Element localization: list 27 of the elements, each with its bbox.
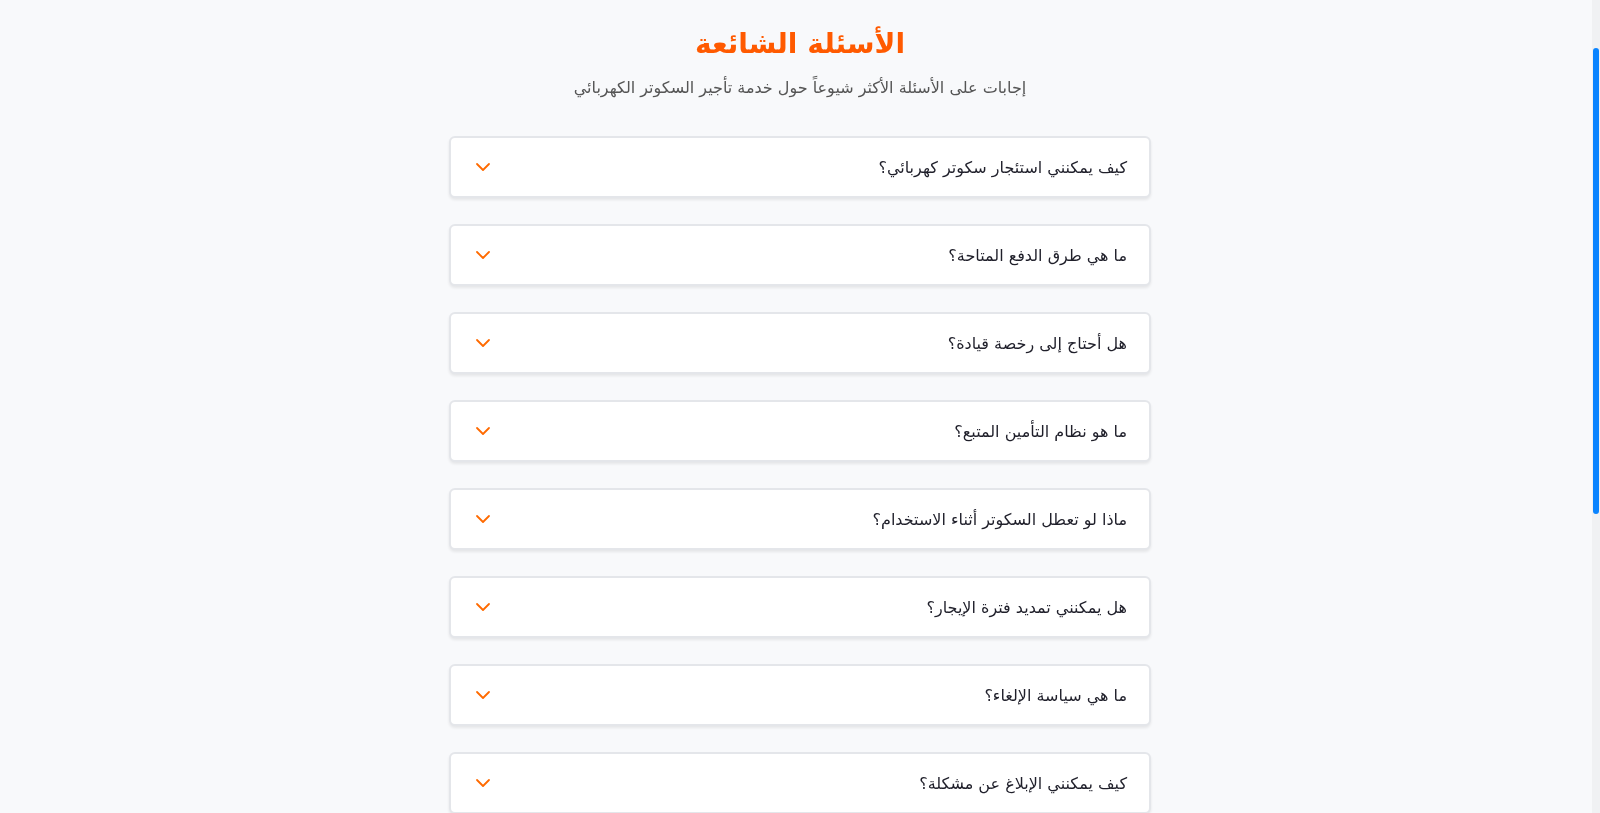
scrollbar-thumb[interactable] xyxy=(1593,48,1599,514)
faq-item[interactable]: هل أحتاج إلى رخصة قيادة؟ xyxy=(449,312,1151,374)
chevron-down-icon xyxy=(475,690,491,700)
chevron-down-icon xyxy=(475,162,491,172)
chevron-down-icon xyxy=(475,514,491,524)
faq-item[interactable]: كيف يمكنني استئجار سكوتر كهربائي؟ xyxy=(449,136,1151,198)
chevron-down-icon xyxy=(475,250,491,260)
faq-question: كيف يمكنني استئجار سكوتر كهربائي؟ xyxy=(878,157,1127,177)
chevron-down-icon xyxy=(475,602,491,612)
faq-question: ما هو نظام التأمين المتبع؟ xyxy=(954,421,1127,441)
faq-question: ما هي طرق الدفع المتاحة؟ xyxy=(948,245,1127,265)
faq-question: ماذا لو تعطل السكوتر أثناء الاستخدام؟ xyxy=(872,509,1127,529)
section-subtitle: إجابات على الأسئلة الأكثر شيوعاً حول خدمة تأجير السكوتر الكهربائي xyxy=(573,76,1027,100)
chevron-down-icon xyxy=(475,426,491,436)
chevron-down-icon xyxy=(475,338,491,348)
faq-item[interactable]: ما هو نظام التأمين المتبع؟ xyxy=(449,400,1151,462)
faq-question: هل أحتاج إلى رخصة قيادة؟ xyxy=(947,333,1127,353)
faq-item[interactable]: ماذا لو تعطل السكوتر أثناء الاستخدام؟ xyxy=(449,488,1151,550)
faq-question: هل يمكنني تمديد فترة الإيجار؟ xyxy=(926,597,1127,617)
faq-item[interactable]: هل يمكنني تمديد فترة الإيجار؟ xyxy=(449,576,1151,638)
chevron-down-icon xyxy=(475,778,491,788)
faq-item[interactable]: كيف يمكنني الإبلاغ عن مشكلة؟ xyxy=(449,752,1151,813)
faq-item[interactable]: ما هي سياسة الإلغاء؟ xyxy=(449,664,1151,726)
faq-item[interactable]: ما هي طرق الدفع المتاحة؟ xyxy=(449,224,1151,286)
section-title: الأسئلة الشائعة xyxy=(695,25,905,62)
faq-question: ما هي سياسة الإلغاء؟ xyxy=(984,685,1127,705)
faq-question: كيف يمكنني الإبلاغ عن مشكلة؟ xyxy=(919,773,1127,793)
